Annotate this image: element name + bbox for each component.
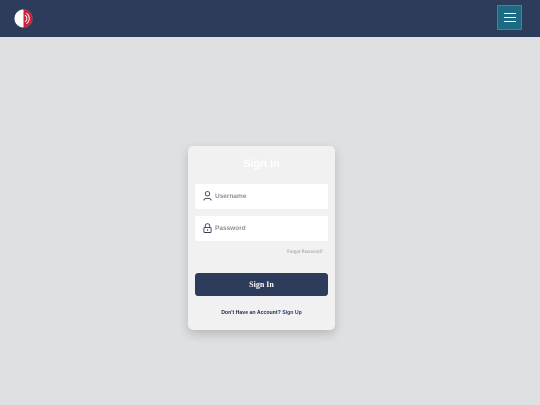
password-field[interactable] (195, 216, 328, 241)
app-logo-icon[interactable] (14, 9, 33, 28)
password-input[interactable] (215, 216, 323, 241)
menu-toggle-button[interactable] (497, 5, 522, 30)
login-title: Sign In (243, 158, 280, 170)
username-input[interactable] (215, 184, 323, 209)
login-card: Sign In Forgot Password? Sign In Don't H… (188, 146, 335, 330)
sign-in-button[interactable]: Sign In (195, 273, 328, 296)
signup-prompt: Don't Have an Account? Sign Up (188, 310, 335, 316)
sign-up-link[interactable]: Sign Up (282, 310, 302, 316)
hamburger-menu-icon (504, 13, 516, 14)
username-field[interactable] (195, 184, 328, 209)
no-account-text: Don't Have an Account? (221, 310, 281, 316)
user-icon (203, 191, 212, 201)
forgot-password-link[interactable]: Forgot Password? (287, 250, 323, 255)
lock-icon (203, 223, 212, 233)
top-navbar (0, 0, 540, 37)
